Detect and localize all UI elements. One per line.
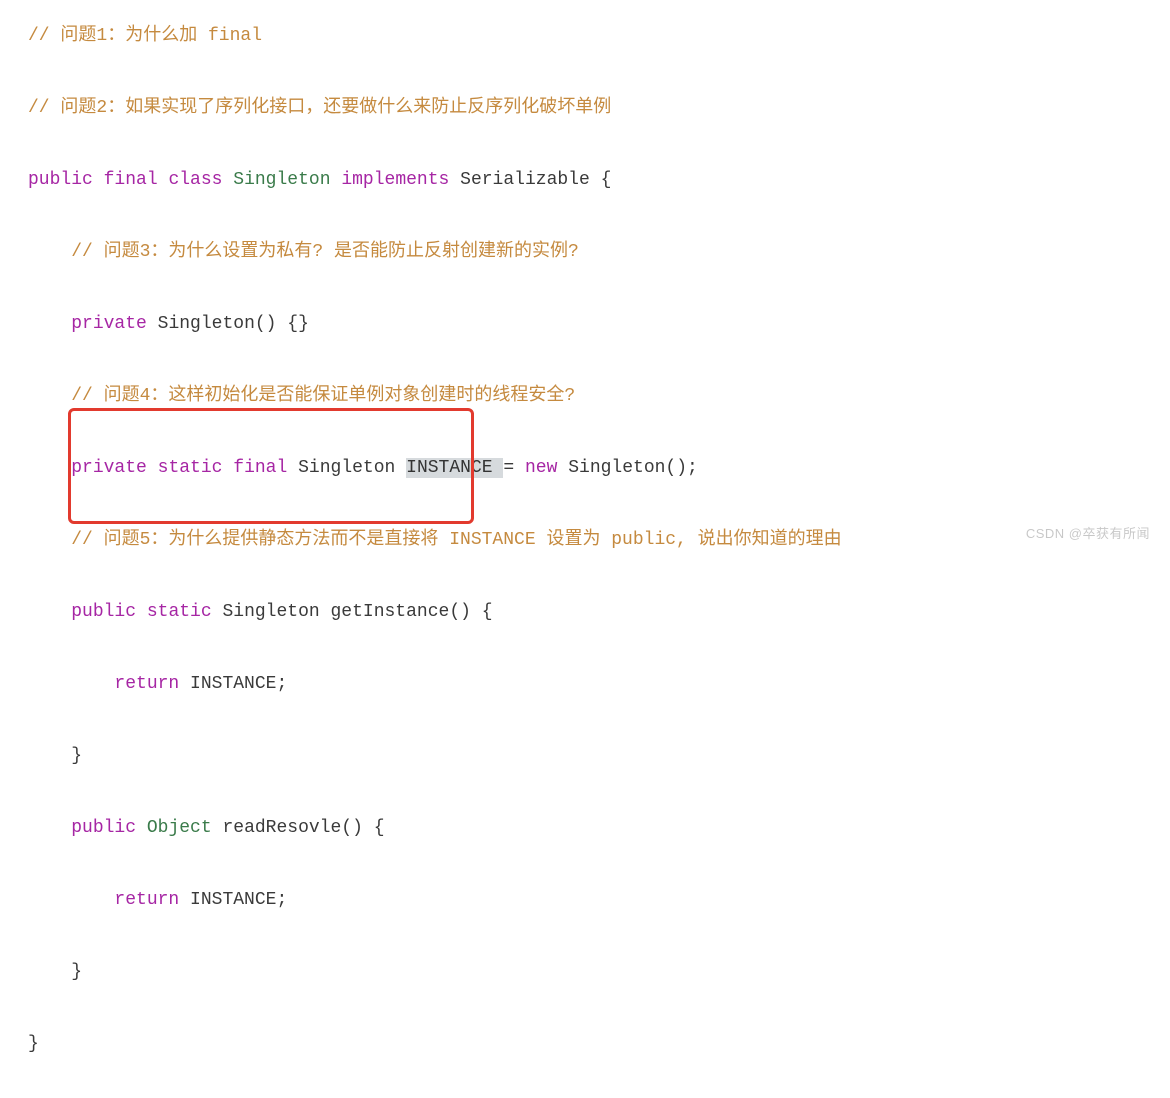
constructor-sig: Singleton() {} <box>158 314 309 334</box>
keyword-return: return <box>114 674 179 694</box>
method-getinstance: getInstance <box>331 602 450 622</box>
brace-close: } <box>71 746 82 766</box>
keyword-class: class <box>168 170 222 190</box>
brace-close: } <box>28 1034 39 1054</box>
highlighted-instance: INSTANCE <box>406 458 503 478</box>
keyword-private: private <box>71 458 147 478</box>
new-expression: Singleton(); <box>568 458 698 478</box>
equals-sign: = <box>503 458 514 478</box>
type-singleton: Singleton <box>298 458 395 478</box>
keyword-public: public <box>71 602 136 622</box>
paren-empty: () <box>449 602 471 622</box>
paren-empty: () <box>341 818 363 838</box>
semicolon: ; <box>276 890 287 910</box>
method-readresovle: readResovle <box>222 818 341 838</box>
semicolon: ; <box>276 674 287 694</box>
keyword-final: final <box>104 170 158 190</box>
keyword-new: new <box>525 458 557 478</box>
type-object: Object <box>147 818 212 838</box>
type-serializable: Serializable <box>460 170 590 190</box>
keyword-public: public <box>71 818 136 838</box>
brace-open: { <box>482 602 493 622</box>
comment-line: // 问题1：为什么加 final <box>28 26 262 46</box>
keyword-private: private <box>71 314 147 334</box>
type-singleton: Singleton <box>233 170 330 190</box>
keyword-public: public <box>28 170 93 190</box>
code-block: // 问题1：为什么加 final // 问题2：如果实现了序列化接口，还要做什… <box>28 18 1142 1098</box>
brace-open: { <box>374 818 385 838</box>
instance-ref: INSTANCE <box>190 674 276 694</box>
comment-line: // 问题5：为什么提供静态方法而不是直接将 INSTANCE 设置为 publ… <box>71 530 841 550</box>
comment-line: // 问题4：这样初始化是否能保证单例对象创建时的线程安全? <box>71 386 575 406</box>
keyword-implements: implements <box>341 170 449 190</box>
keyword-static: static <box>158 458 223 478</box>
comment-line: // 问题2：如果实现了序列化接口，还要做什么来防止反序列化破坏单例 <box>28 98 611 118</box>
brace-open: { <box>601 170 612 190</box>
watermark-text: CSDN @卒获有所闻 <box>1026 516 1150 552</box>
type-singleton: Singleton <box>222 602 319 622</box>
keyword-static: static <box>147 602 212 622</box>
brace-close: } <box>71 962 82 982</box>
keyword-return: return <box>114 890 179 910</box>
keyword-final: final <box>233 458 287 478</box>
instance-ref: INSTANCE <box>190 890 276 910</box>
comment-line: // 问题3：为什么设置为私有? 是否能防止反射创建新的实例? <box>71 242 579 262</box>
